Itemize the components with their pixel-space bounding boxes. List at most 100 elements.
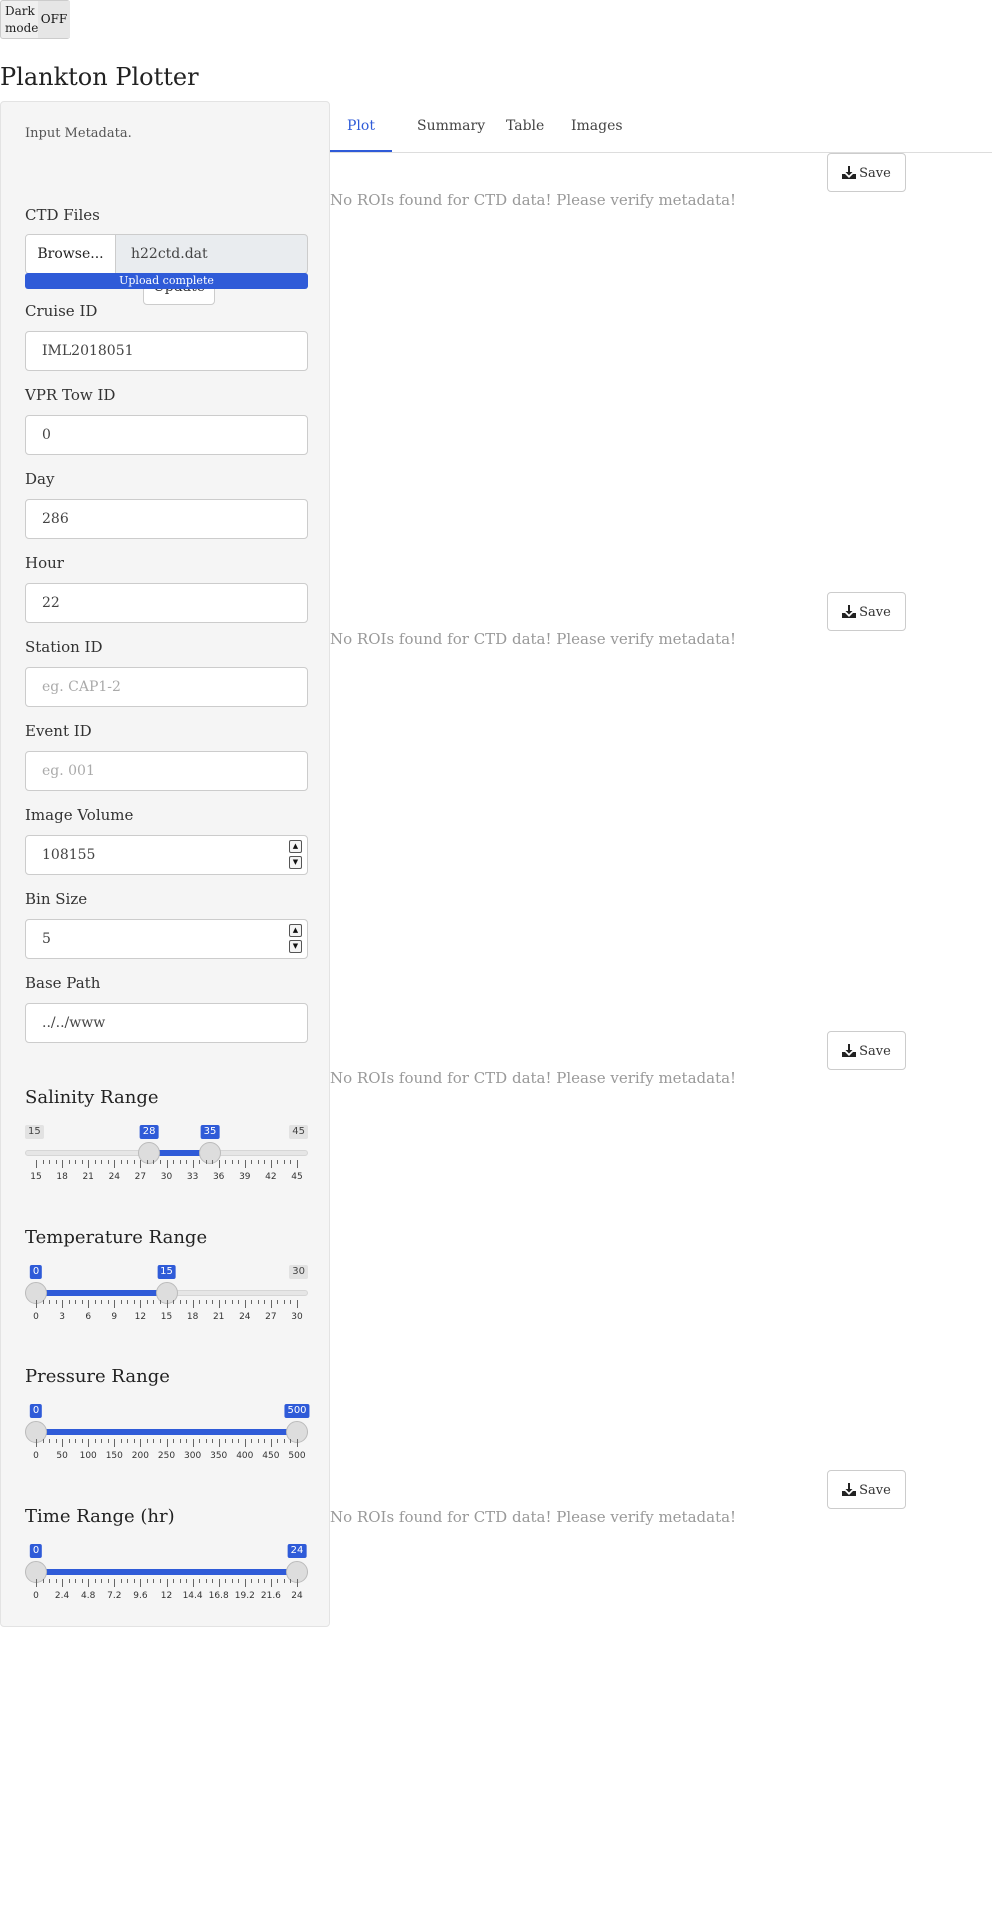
- slider-major-tick: [88, 1579, 90, 1587]
- slider-major-tick: [218, 1579, 220, 1587]
- slider-minor-tick: [238, 1579, 240, 1583]
- save-button[interactable]: Save: [827, 1470, 906, 1509]
- slider-tick-label: 24: [291, 1591, 303, 1601]
- hour-input[interactable]: 22: [25, 583, 308, 623]
- day-label: Day: [25, 470, 55, 488]
- tab-plot[interactable]: Plot: [330, 101, 392, 152]
- vpr-tow-id-input[interactable]: 0: [25, 415, 308, 455]
- stepper-up-icon[interactable]: ▲: [289, 924, 302, 937]
- tab-images[interactable]: Images: [557, 101, 637, 151]
- slider-to-handle[interactable]: [199, 1142, 221, 1164]
- slider-major-tick: [88, 1439, 90, 1447]
- tab-bar: Plot Summary Table Images: [330, 101, 992, 153]
- slider-to-value: 15: [157, 1265, 176, 1279]
- slider-minor-tick: [290, 1439, 292, 1443]
- slider-minor-tick: [257, 1160, 259, 1164]
- hour-label: Hour: [25, 554, 64, 572]
- slider-tick-label: 21: [212, 1312, 225, 1322]
- slider-major-tick: [297, 1160, 298, 1168]
- browse-button[interactable]: Browse...: [26, 235, 116, 273]
- stepper-down-icon[interactable]: ▼: [289, 940, 302, 953]
- slider-tick-label: 50: [56, 1451, 68, 1461]
- slider-minor-tick: [81, 1300, 83, 1304]
- slider-minor-tick: [133, 1300, 135, 1304]
- salinity-range-slider[interactable]: 15 45 28 35 15 18 21 24 27 30 33 36 39 42 45: [25, 1125, 308, 1195]
- slider-selected-range: [36, 1290, 167, 1296]
- save-button[interactable]: Save: [827, 153, 906, 192]
- slider-minor-tick: [264, 1300, 266, 1304]
- slider-from-handle[interactable]: [138, 1142, 161, 1164]
- slider-tick-label: 18: [186, 1312, 199, 1322]
- save-button[interactable]: Save: [827, 592, 906, 631]
- slider-major-tick: [244, 1579, 246, 1587]
- upload-progress-text: Upload complete: [119, 274, 214, 287]
- slider-major-tick: [62, 1579, 64, 1587]
- slider-tick-label: 12: [160, 1591, 173, 1601]
- slider-minor-tick: [205, 1579, 207, 1583]
- slider-minor-tick: [277, 1160, 279, 1164]
- cruise-id-label: Cruise ID: [25, 302, 98, 320]
- slider-tick-label: 18: [56, 1172, 68, 1182]
- slider-major-tick: [166, 1439, 168, 1447]
- save-button[interactable]: Save: [827, 1031, 906, 1070]
- slider-tick-label: 21.6: [260, 1591, 281, 1601]
- dark-mode-state: OFF: [38, 1, 70, 38]
- bin-size-input[interactable]: 5 ▲ ▼: [25, 919, 308, 959]
- no-roi-message: No ROIs found for CTD data! Please verif…: [330, 630, 737, 648]
- slider-minor-tick: [283, 1439, 285, 1443]
- slider-tick-label: 100: [79, 1451, 97, 1461]
- slider-minor-tick: [231, 1300, 233, 1304]
- no-roi-message: No ROIs found for CTD data! Please verif…: [330, 1069, 737, 1087]
- slider-minor-tick: [225, 1439, 227, 1443]
- time-range-slider[interactable]: 0 24 0 2.4 4.8 7.2 9.6 12 14.4 16.8 19.2 21.6 24: [25, 1544, 308, 1614]
- temperature-range-slider[interactable]: 30 0 15 0 3 6 9 12 15 18 21 24 27 30: [25, 1265, 308, 1335]
- slider-major-tick: [140, 1160, 142, 1168]
- slider-minor-tick: [231, 1579, 233, 1583]
- dark-mode-label: Dark mode: [5, 4, 39, 35]
- slider-minor-tick: [199, 1160, 201, 1164]
- slider-minor-tick: [146, 1579, 148, 1583]
- day-input[interactable]: 286: [25, 499, 308, 539]
- slider-minor-tick: [75, 1579, 77, 1583]
- slider-tick-label: 33: [186, 1172, 199, 1182]
- pressure-range-slider[interactable]: 0 500 0 50 100 150 200 250 300 350 400 450 500: [25, 1404, 310, 1474]
- base-path-input[interactable]: ../../www: [25, 1003, 308, 1043]
- slider-minor-tick: [55, 1300, 57, 1304]
- slider-tick-label: 19.2: [234, 1591, 255, 1601]
- slider-minor-tick: [153, 1300, 155, 1304]
- slider-minor-tick: [49, 1160, 51, 1164]
- slider-minor-tick: [212, 1439, 214, 1443]
- event-id-input[interactable]: eg. 001: [25, 751, 308, 791]
- cruise-id-input[interactable]: IML2018051: [25, 331, 308, 371]
- slider-minor-tick: [231, 1439, 233, 1443]
- tab-table[interactable]: Table: [492, 101, 558, 151]
- slider-minor-tick: [283, 1579, 285, 1583]
- image-volume-input[interactable]: 108155 ▲ ▼: [25, 835, 308, 875]
- save-label: Save: [859, 605, 891, 620]
- slider-minor-tick: [212, 1579, 214, 1583]
- slider-major-tick: [114, 1300, 116, 1308]
- slider-minor-tick: [133, 1579, 135, 1583]
- no-roi-message: No ROIs found for CTD data! Please verif…: [330, 191, 737, 209]
- slider-minor-tick: [186, 1160, 188, 1164]
- slider-tick-label: 45: [291, 1172, 303, 1182]
- tab-summary[interactable]: Summary: [403, 101, 499, 151]
- slider-minor-tick: [107, 1160, 109, 1164]
- image-volume-stepper[interactable]: ▲ ▼: [289, 840, 302, 869]
- slider-tick-label: 200: [131, 1451, 149, 1461]
- image-volume-value: 108155: [42, 847, 96, 863]
- slider-minor-tick: [159, 1579, 161, 1583]
- slider-major-tick: [36, 1439, 37, 1447]
- bin-size-stepper[interactable]: ▲ ▼: [289, 924, 302, 953]
- slider-minor-tick: [205, 1300, 207, 1304]
- slider-major-tick: [297, 1300, 298, 1308]
- dark-mode-toggle[interactable]: Dark mode OFF: [0, 0, 70, 39]
- stepper-up-icon[interactable]: ▲: [289, 840, 302, 853]
- stepper-down-icon[interactable]: ▼: [289, 856, 302, 869]
- slider-major-tick: [244, 1160, 246, 1168]
- download-icon: [842, 1044, 857, 1057]
- slider-major-tick: [192, 1160, 194, 1168]
- slider-minor-tick: [212, 1300, 214, 1304]
- ctd-file-input[interactable]: Browse... h22ctd.dat: [25, 234, 308, 274]
- station-id-input[interactable]: eg. CAP1-2: [25, 667, 308, 707]
